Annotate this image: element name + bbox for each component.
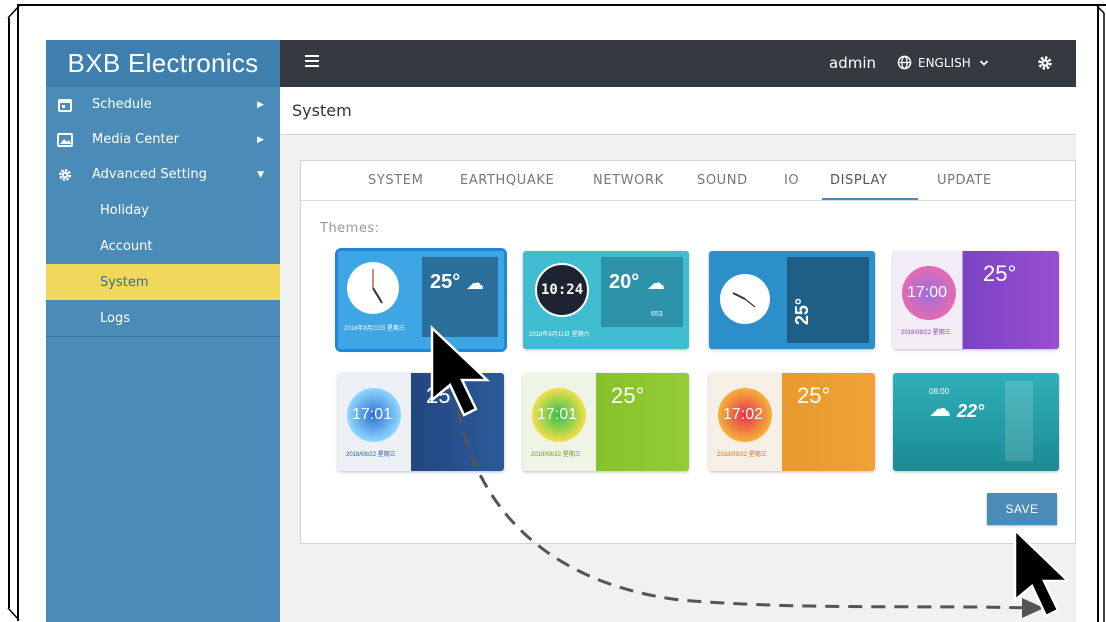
globe-icon	[897, 55, 912, 70]
brand-logo[interactable]: BXB Electronics	[46, 40, 280, 87]
screenshot-stage: BXB Electronics Schedule ▶ Media Center …	[0, 0, 1106, 622]
analog-clock-icon	[347, 262, 399, 314]
tab-io[interactable]: IO	[784, 173, 799, 188]
chevron-down-icon	[979, 59, 988, 66]
temperature: 25°	[430, 271, 461, 293]
sidebar-item-label: Advanced Setting	[92, 167, 207, 182]
sidebar-divider	[46, 336, 280, 337]
tab-sound[interactable]: SOUND	[697, 173, 748, 188]
active-tab-indicator	[822, 198, 918, 200]
theme-option-6[interactable]: 17:01 25° 2018/08/22 星期三	[523, 373, 689, 471]
theme-option-5[interactable]: 17:01 25° 2018/08/22 星期三	[338, 373, 504, 471]
sidebar-subitem-logs[interactable]: Logs	[46, 300, 280, 336]
sidebar-item-media-center[interactable]: Media Center ▶	[46, 122, 280, 157]
sidebar-subitem-system[interactable]: System	[46, 264, 280, 300]
hamburger-menu-icon[interactable]	[305, 55, 319, 69]
temperature: 25°	[792, 297, 813, 326]
date-text: 2018/08/22 星期三	[346, 452, 396, 458]
date-text: 2018/08/22 星期三	[901, 330, 951, 336]
theme-option-7[interactable]: 17:02 25° 2018/08/22 星期三	[709, 373, 875, 471]
sidebar: BXB Electronics Schedule ▶ Media Center …	[46, 40, 280, 622]
theme-option-3[interactable]: 25°	[709, 251, 875, 349]
theme-option-1[interactable]: 25° ☁ 2018年8月22日 星期三	[335, 248, 507, 352]
sidebar-subitem-holiday[interactable]: Holiday	[46, 192, 280, 228]
temperature: 25°	[426, 383, 460, 408]
calendar-icon	[56, 96, 74, 114]
theme-option-8[interactable]: 08:00 ☁ 22°	[893, 373, 1059, 471]
user-name[interactable]: admin	[829, 54, 876, 72]
settings-gear-icon[interactable]	[1037, 55, 1053, 71]
sidebar-subitem-account[interactable]: Account	[46, 228, 280, 264]
temperature: 25°	[611, 383, 645, 408]
caret-down-icon: ▼	[257, 169, 264, 180]
caret-right-icon: ▶	[257, 134, 264, 145]
tab-update[interactable]: UPDATE	[937, 173, 992, 188]
settings-panel: SYSTEM EARTHQUAKE NETWORK SOUND IO DISPL…	[300, 160, 1076, 544]
theme-option-2[interactable]: 10:24 20° ☁ 653 2018年8月11日 星期六	[523, 251, 689, 349]
top-bar: admin ENGLISH	[280, 40, 1076, 87]
clock-time: 17:02	[723, 406, 764, 423]
weather-icon: ☁	[647, 273, 665, 294]
sidebar-item-label: Schedule	[92, 97, 152, 112]
temperature: 20°	[609, 271, 640, 293]
clock-time: 17:01	[352, 406, 393, 423]
save-button[interactable]: SAVE	[987, 493, 1057, 525]
extra-value: 653	[651, 311, 663, 318]
sidebar-item-schedule[interactable]: Schedule ▶	[46, 87, 280, 122]
date-text: 2018年8月22日 星期三	[344, 326, 406, 332]
tab-display[interactable]: DISPLAY	[830, 173, 888, 188]
tab-earthquake[interactable]: EARTHQUAKE	[460, 173, 554, 188]
date-text: 2018/08/22 星期三	[531, 452, 581, 458]
gear-icon	[56, 166, 74, 184]
weather-icon: ☁	[466, 273, 484, 294]
cloud-icon: ☁	[929, 397, 951, 422]
temperature: 25°	[797, 383, 831, 408]
date-text: 2018/08/22 星期三	[717, 452, 767, 458]
caret-right-icon: ▶	[257, 99, 264, 110]
clock-time: 17:01	[537, 406, 578, 423]
tab-network[interactable]: NETWORK	[593, 173, 664, 188]
clock-time: 08:00	[929, 387, 950, 396]
language-label: ENGLISH	[918, 55, 971, 70]
weather-panel	[422, 257, 498, 337]
image-icon	[56, 131, 74, 149]
clock-time: 10:24	[541, 282, 584, 298]
main-content: System SYSTEM EARTHQUAKE NETWORK SOUND I…	[280, 87, 1076, 622]
temperature: 22°	[957, 401, 985, 421]
sidebar-item-advanced-setting[interactable]: Advanced Setting ▼	[46, 157, 280, 192]
clock-time: 17:00	[907, 284, 948, 301]
temperature: 25°	[983, 261, 1017, 286]
theme-option-4[interactable]: 17:00 25° 2018/08/22 星期三	[893, 251, 1059, 349]
tab-system[interactable]: SYSTEM	[368, 173, 423, 188]
analog-clock-icon	[720, 274, 770, 324]
sidebar-item-label: Media Center	[92, 132, 179, 147]
forecast-column	[1005, 381, 1033, 461]
tab-bar: SYSTEM EARTHQUAKE NETWORK SOUND IO DISPL…	[301, 161, 1075, 201]
page-title: System	[280, 87, 1076, 135]
date-text: 2018年8月11日 星期六	[529, 332, 590, 338]
language-selector[interactable]: ENGLISH	[897, 55, 989, 70]
themes-label: Themes:	[320, 221, 380, 236]
